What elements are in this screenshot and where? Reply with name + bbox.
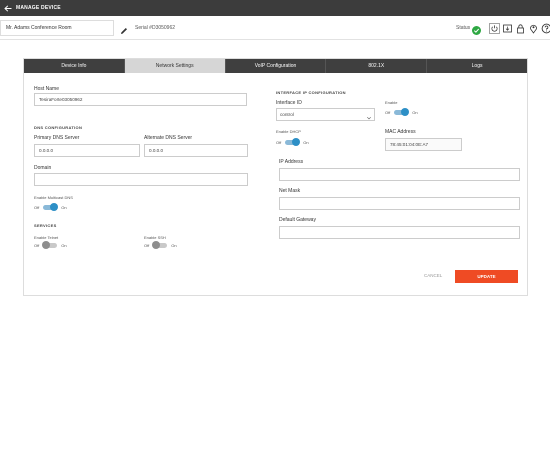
default-gateway-label: Default Gateway	[279, 217, 316, 223]
enable-label: Enable	[385, 100, 398, 105]
telnet-on-label: On	[61, 242, 67, 248]
power-icon[interactable]	[489, 21, 500, 34]
ssh-off-label: Off	[144, 242, 150, 248]
enable-interface-toggle[interactable]: Off On	[385, 108, 418, 116]
firmware-icon[interactable]	[502, 21, 513, 33]
multicast-dns-label: Enable Multicast DNS	[34, 195, 73, 200]
dhcp-off-label: Off	[276, 139, 282, 145]
alternate-dns-label: Alternate DNS Server	[144, 135, 193, 141]
dns-section-title: DNS CONFIGURATION	[34, 125, 83, 130]
tab-network-settings[interactable]: Network Settings	[124, 59, 226, 73]
dhcp-switch[interactable]	[285, 138, 301, 146]
tab-device-info[interactable]: Device Info	[24, 59, 125, 73]
help-icon[interactable]	[541, 21, 550, 34]
host-name-input[interactable]: TesiraForte03050962	[34, 93, 247, 106]
primary-dns-label: Primary DNS Server	[34, 135, 80, 141]
multicast-dns-toggle[interactable]: Off On	[34, 203, 67, 211]
ssh-label: Enable SSH	[144, 235, 166, 240]
network-settings-card: Device Info Network Settings VoIP Config…	[23, 58, 528, 296]
dhcp-label: Enable DHCP	[276, 129, 301, 134]
interface-section-title: INTERFACE IP CONFIGURATION	[276, 90, 346, 95]
net-mask-input[interactable]	[279, 197, 520, 210]
ip-address-label: IP Address	[279, 159, 304, 165]
primary-dns-input[interactable]: 0.0.0.0	[34, 144, 140, 157]
mac-address-label: MAC Address	[385, 129, 416, 135]
ssh-on-label: On	[171, 242, 177, 248]
page-title: MANAGE DEVICE	[16, 5, 61, 11]
alternate-dns-input[interactable]: 0.0.0.0	[144, 144, 248, 157]
dhcp-on-label: On	[303, 139, 309, 145]
ip-address-input[interactable]	[279, 168, 520, 181]
multicast-switch[interactable]	[43, 203, 59, 211]
ssh-toggle[interactable]: Off On	[144, 241, 177, 249]
enable-off-label: Off	[385, 109, 391, 115]
tab-voip-configuration[interactable]: VoIP Configuration	[225, 59, 327, 73]
top-bar: MANAGE DEVICE	[0, 0, 550, 16]
interface-id-label: Interface ID	[276, 100, 302, 106]
ssh-switch[interactable]	[152, 241, 168, 249]
status-check-icon	[472, 22, 481, 35]
tab-bar: Device Info Network Settings VoIP Config…	[24, 59, 527, 73]
device-header: Mr. Adams Conference Room Serial #D30509…	[0, 16, 550, 40]
interface-id-select[interactable]: control	[276, 108, 375, 121]
default-gateway-input[interactable]	[279, 226, 520, 239]
cancel-button[interactable]: CANCEL	[424, 273, 442, 278]
serial-number: Serial #D3050962	[135, 25, 176, 31]
interface-id-value: control	[280, 112, 294, 117]
lock-icon[interactable]	[515, 21, 526, 34]
host-name-label: Host Name	[34, 86, 60, 92]
enable-interface-switch[interactable]	[394, 108, 410, 116]
dhcp-toggle[interactable]: Off On	[276, 138, 309, 146]
enable-on-label: On	[412, 109, 418, 115]
chevron-down-icon	[367, 113, 371, 120]
device-name-field[interactable]: Mr. Adams Conference Room	[0, 20, 114, 36]
domain-input[interactable]	[34, 173, 248, 186]
tab-logs[interactable]: Logs	[427, 59, 527, 73]
net-mask-label: Net Mask	[279, 188, 301, 194]
multicast-off-label: Off	[34, 204, 40, 210]
tab-802-1x[interactable]: 802.1X	[326, 59, 428, 73]
domain-label: Domain	[34, 165, 52, 171]
telnet-label: Enable Telnet	[34, 235, 59, 240]
telnet-toggle[interactable]: Off On	[34, 241, 67, 249]
back-arrow-icon[interactable]	[1, 0, 15, 16]
multicast-on-label: On	[61, 204, 67, 210]
mac-address-field: 78:45:01:04:0E:A7	[385, 138, 462, 151]
edit-pencil-icon[interactable]	[119, 23, 129, 34]
telnet-off-label: Off	[34, 242, 40, 248]
location-pin-icon[interactable]	[528, 21, 539, 34]
telnet-switch[interactable]	[42, 241, 58, 249]
status-label: Status	[456, 25, 471, 31]
services-section-title: SERVICES	[34, 223, 57, 228]
update-button[interactable]: UPDATE	[455, 270, 518, 283]
